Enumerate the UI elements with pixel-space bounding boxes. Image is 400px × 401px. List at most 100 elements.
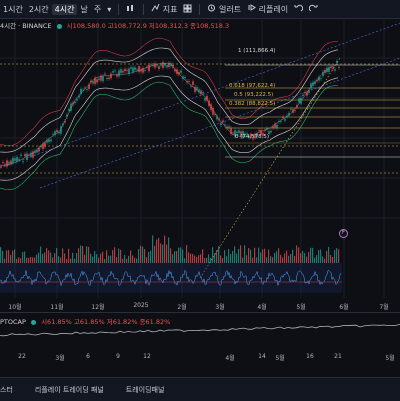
candle-body [76, 99, 78, 101]
volume-bar [88, 246, 90, 263]
volume-bar [192, 253, 194, 263]
volume-bar [116, 257, 118, 263]
volume-bar [32, 257, 34, 263]
candle-body [328, 67, 330, 72]
volume-bar [196, 256, 198, 263]
candle-body [98, 78, 100, 80]
grid-icon [183, 4, 192, 12]
volume-bar [232, 250, 234, 263]
candle-body [264, 130, 266, 131]
candle-body [14, 158, 16, 161]
candle-body [218, 118, 220, 121]
undo-button[interactable] [291, 4, 306, 15]
candle-body [0, 165, 2, 167]
volume-bar [36, 254, 38, 263]
volume-bar [16, 258, 18, 263]
alert-label: 얼러트 [219, 5, 242, 14]
volume-bar [144, 249, 146, 263]
fib-label-0: 0 (74,578.5) [235, 134, 270, 140]
axis-label: 6 [86, 353, 90, 360]
volume-bar [246, 255, 248, 263]
volume-bar [74, 258, 76, 263]
candle-body [40, 146, 42, 148]
volume-bars [0, 235, 340, 263]
candle-body [216, 115, 218, 120]
candle-body [326, 67, 328, 73]
pane2-legend: PTOCAP 시61.85% 고61.85% 저61.82% 종61.82% [0, 316, 170, 326]
volume-bar [166, 244, 168, 263]
axis-label: 2025 [133, 302, 149, 309]
candle-body [48, 139, 50, 142]
layouts-button[interactable] [180, 4, 195, 15]
candle-body [130, 67, 132, 69]
candle-body [112, 71, 114, 73]
candle-body [114, 70, 116, 72]
candle-body [82, 89, 84, 91]
candle-body [50, 139, 52, 142]
chart-type-button[interactable] [123, 4, 139, 15]
time-axis-pane2[interactable]: 22 3월 6 9 12 4월 14 5월 16 21 5월 [0, 351, 400, 364]
tab-replay-trading-panel[interactable]: 리플레이 트레이딩 패널 [35, 385, 104, 395]
candle-body [220, 123, 222, 126]
volume-bar [312, 247, 314, 263]
candle-body [228, 126, 230, 128]
volume-bar [84, 254, 86, 263]
indicators-button[interactable]: 지표 [148, 3, 180, 15]
volume-bar [230, 254, 232, 263]
candle-body [78, 95, 80, 98]
candle-body [174, 69, 176, 72]
timeframe-dropdown-icon[interactable]: ▾ [104, 5, 114, 14]
volume-bar [142, 246, 144, 263]
candle-body [314, 81, 316, 84]
volume-bar [12, 250, 14, 263]
volume-bar [76, 252, 78, 263]
timeframe-1h[interactable]: 1시간 [0, 4, 26, 15]
timeframe-2h[interactable]: 2시간 [26, 4, 52, 15]
candle-body [10, 160, 12, 165]
candle-body [224, 124, 226, 126]
candle-body [94, 77, 96, 84]
candle-body [72, 102, 74, 105]
candle-body [30, 152, 32, 157]
volume-bar [154, 245, 156, 263]
volume-bar [336, 248, 338, 263]
volume-bar [330, 254, 332, 263]
replay-button[interactable]: 리플레이 [244, 3, 291, 15]
candle-body [316, 79, 318, 82]
volume-bar [168, 237, 170, 263]
volume-bar [270, 256, 272, 263]
volume-bar [228, 249, 230, 263]
volume-bar [10, 254, 12, 263]
candle-body [152, 64, 154, 66]
tab-tester[interactable]: 스터 [0, 385, 13, 395]
alert-button[interactable]: 얼러트 [204, 3, 244, 15]
symbol-label: 4시간 · BINANCE [0, 22, 52, 30]
volume-bar [278, 248, 280, 263]
candle-body [294, 110, 296, 111]
timeframe-week[interactable]: 주 [91, 4, 104, 15]
secondary-chart-pane[interactable]: PTOCAP 시61.85% 고61.85% 저61.82% 종61.82% 2… [0, 312, 400, 371]
volume-bar [304, 252, 306, 263]
candle-body [332, 67, 334, 70]
axis-label: 21 [334, 353, 342, 360]
candle-body [108, 77, 110, 80]
candle-body [166, 65, 168, 68]
oscillator-background [0, 263, 342, 293]
timeframe-day[interactable]: 날 [77, 4, 90, 15]
pane2-values: 시61.85% 고61.85% 저61.82% 종61.82% [41, 318, 171, 326]
candle-body [84, 87, 86, 89]
redo-button[interactable] [306, 4, 321, 15]
volume-bar [24, 251, 26, 263]
event-marker-icon[interactable]: F [339, 229, 348, 238]
volume-bar [146, 257, 148, 263]
candle-body [52, 134, 54, 136]
candle-body [338, 67, 340, 68]
volume-bar [220, 255, 222, 263]
timeframe-4h[interactable]: 4시간 [51, 3, 78, 15]
volume-bar [338, 249, 340, 263]
volume-bar [22, 252, 24, 263]
tab-trading-panel[interactable]: 트레이딩패널 [126, 385, 165, 395]
price-chart[interactable] [0, 18, 400, 308]
volume-bar [274, 252, 276, 263]
toolbar-divider [199, 3, 201, 15]
